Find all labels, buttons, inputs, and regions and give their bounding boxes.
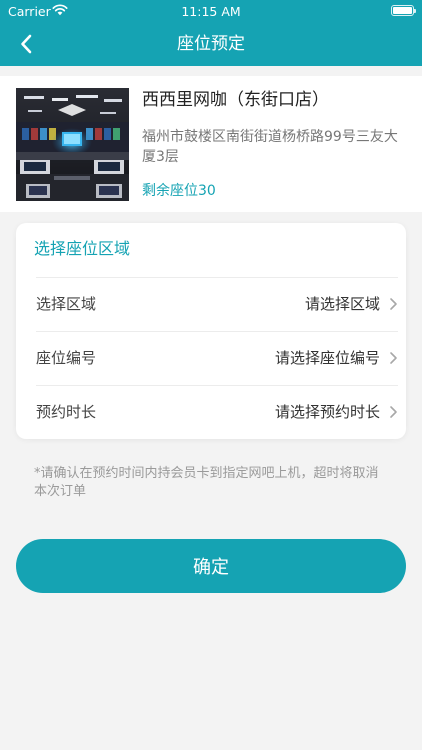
row-value: 请选择区域 — [304, 295, 380, 313]
store-address: 福州市鼓楼区南街街道杨桥路99号三友大厦3层 — [142, 129, 398, 165]
app-header: Carrier 11:15 AM 座位预定 — [0, 0, 422, 66]
row-label: 座位编号 — [36, 349, 97, 367]
status-bar: Carrier 11:15 AM — [0, 0, 422, 22]
chevron-right-icon — [390, 352, 397, 364]
confirm-button[interactable]: 确定 — [16, 539, 406, 593]
section-title: 选择座位区域 — [34, 239, 131, 258]
row-value: 请选择预约时长 — [274, 403, 380, 421]
divider — [36, 331, 398, 332]
battery-icon — [391, 5, 416, 16]
nav-bar: 座位预定 — [0, 22, 422, 66]
chevron-right-icon — [390, 406, 397, 418]
store-image — [16, 88, 129, 201]
reservation-notice: *请确认在预约时间内持会员卡到指定网吧上机，超时将取消本次订单 — [34, 466, 379, 499]
row-value: 请选择座位编号 — [274, 349, 380, 367]
chevron-left-icon — [21, 34, 32, 54]
chevron-right-icon — [390, 298, 397, 310]
seat-reservation-screen: Carrier 11:15 AM 座位预定 西西里网咖（东街口店） 福州市鼓楼区… — [0, 0, 422, 750]
page-title: 座位预定 — [177, 34, 245, 54]
divider — [36, 385, 398, 386]
back-button[interactable] — [20, 28, 52, 60]
row-label: 选择区域 — [36, 295, 97, 313]
select-area-row[interactable]: 选择区域 请选择区域 — [36, 277, 398, 331]
row-label: 预约时长 — [36, 403, 97, 421]
seats-remaining: 剩余座位30 — [142, 183, 216, 199]
status-time: 11:15 AM — [181, 4, 241, 19]
seat-selection-card: 选择座位区域 选择区域 请选择区域 座位编号 请选择座位编号 预约时长 请选择预… — [16, 223, 406, 439]
store-card[interactable]: 西西里网咖（东街口店） 福州市鼓楼区南街街道杨桥路99号三友大厦3层 剩余座位3… — [0, 76, 422, 212]
divider — [36, 277, 398, 278]
select-duration-row[interactable]: 预约时长 请选择预约时长 — [36, 385, 398, 439]
select-seat-number-row[interactable]: 座位编号 请选择座位编号 — [36, 331, 398, 385]
store-name: 西西里网咖（东街口店） — [142, 90, 329, 110]
